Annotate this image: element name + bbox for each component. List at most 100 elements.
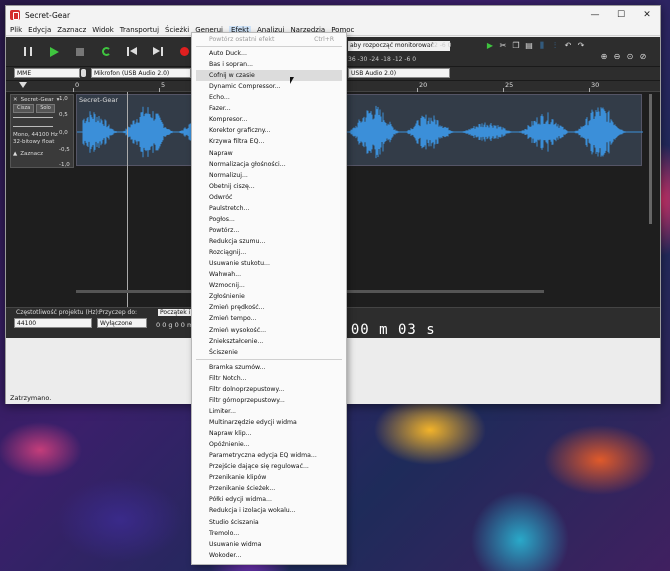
menu-transportuj[interactable]: Transportuj [120,26,159,34]
ruler-tick-label: 20 [416,81,428,92]
ruler-tick-label: 30 [588,81,600,92]
edit-cursor-line [127,92,128,307]
menu-item[interactable]: Wahwah... [209,269,241,280]
ruler-tick-label: 25 [502,81,514,92]
redo-icon[interactable]: ↷ [575,41,587,51]
zoom-in-icon[interactable]: ⊕ [598,52,610,62]
menu-item[interactable]: Rozciągnij... [209,247,246,258]
menu-item[interactable]: Paulstretch... [209,203,249,214]
menu-plik[interactable]: Plik [10,26,22,34]
zoom-out-icon[interactable]: ⊖ [611,52,623,62]
menu-item[interactable]: Tremolo... [209,528,239,539]
menu-item[interactable]: Zmień wysokość... [209,325,266,336]
selection-start-time[interactable]: 0 0 g 0 0 m [156,321,193,329]
menu-sciezki[interactable]: Ścieżki [165,26,189,34]
skip-end-button[interactable] [146,42,170,62]
time-display: g 00 m 03 s [332,322,436,338]
menu-item[interactable]: Fazer... [209,103,231,114]
menu-item[interactable]: Redukcja i izolacja wokalu... [209,505,296,516]
menu-item[interactable]: Limiter... [209,406,236,417]
pause-button[interactable] [16,42,40,62]
menu-item[interactable]: Przejście dające się regulować... [209,461,309,472]
pause-icon [24,47,32,56]
menu-widok[interactable]: Widok [92,26,114,34]
menu-separator [196,46,342,47]
menu-zaznacz[interactable]: Zaznacz [57,26,86,34]
vertical-scrollbar[interactable] [644,94,654,224]
track-close-icon[interactable]: ✕ [13,97,18,103]
meter-top-scale: -12 -6 0 [428,42,452,49]
paste-icon[interactable]: ▤ [523,41,535,51]
menu-item[interactable]: Zniekształcenie... [209,336,263,347]
undo-icon[interactable]: ↶ [562,41,574,51]
menu-item-repeat-last-effect: Powtórz ostatni efekt [209,36,275,43]
menu-item[interactable]: Bramka szumów... [209,362,265,373]
menu-item[interactable]: Normalizacja głośności... [209,159,286,170]
maximize-button[interactable]: ☐ [608,10,634,20]
solo-button[interactable]: Solo [36,104,55,113]
menu-item[interactable]: Multinarzędzie edycji widma [209,417,297,428]
minimize-button[interactable]: — [582,10,608,20]
menu-item[interactable]: Echo... [209,92,230,103]
menu-item[interactable]: Pogłos... [209,214,235,225]
menu-item[interactable]: Korektor graficzny... [209,125,270,136]
menu-item[interactable]: Filtr Notch... [209,373,247,384]
menu-item[interactable]: Dynamic Compressor... [209,81,281,92]
play-button[interactable] [42,42,66,62]
menu-item[interactable]: Przenikanie klipów [209,472,266,483]
menu-item[interactable]: Zmień tempo... [209,313,256,324]
menu-item[interactable]: Ściszenie [209,347,238,358]
project-rate-select[interactable]: 44100 [14,318,92,328]
edit-tools: ▶ ✂ ❐ ▤ ⫼ ⫶ ↶ ↷ [484,41,588,51]
menu-item[interactable]: Obetnij ciszę... [209,181,255,192]
skip-start-button[interactable] [120,42,144,62]
menu-edycja[interactable]: Edycja [28,26,51,34]
menu-item[interactable]: Wzmocnij... [209,280,245,291]
menu-item[interactable]: Usuwanie widma [209,539,261,550]
menu-item[interactable]: Krzywa filtra EQ... [209,136,264,147]
stop-button[interactable] [68,42,92,62]
zoom-selection-icon[interactable]: ⊙ [624,52,636,62]
menu-item[interactable]: Opóźnienie... [209,439,250,450]
menu-item[interactable]: Studio ściszania [209,517,259,528]
menu-item[interactable]: Normalizuj... [209,170,248,181]
mute-button[interactable]: Cisza [13,104,35,113]
menu-item[interactable]: Zgłośnienie [209,291,245,302]
recording-device-select[interactable]: Mikrofon (USB Audio 2.0) [91,68,191,78]
silence-icon[interactable]: ⫶ [549,41,561,51]
playback-device-select[interactable]: USB Audio 2.0) [348,68,450,78]
menu-item[interactable]: Wokoder... [209,550,241,561]
trim-icon[interactable]: ⫼ [536,41,548,51]
copy-icon[interactable]: ❐ [510,41,522,51]
menu-item[interactable]: Napraw klip... [209,428,252,439]
menu-item[interactable]: Parametryczna edycja EQ widma... [209,450,317,461]
menu-item[interactable]: Cofnij w czasie [196,70,342,82]
amplitude-tick-label: -0,5 [59,147,70,153]
title-bar: Secret-Gear — ☐ ✕ [6,6,660,24]
zoom-fit-icon[interactable]: ⊘ [637,52,649,62]
menu-item[interactable]: Zmień prędkość... [209,302,265,313]
menu-item[interactable]: Napraw [209,148,233,159]
snap-to-label: Przyczep do: [99,309,138,316]
menu-item[interactable]: Kompresor... [209,114,248,125]
close-button[interactable]: ✕ [634,10,660,20]
menu-item[interactable]: Filtr górnoprzepustowy... [209,395,285,406]
cut-icon[interactable]: ✂ [497,41,509,51]
audio-host-select[interactable]: MME [14,68,80,78]
menu-item[interactable]: Przenikanie ścieżek... [209,483,275,494]
menu-item[interactable]: Powtórz... [209,225,239,236]
loop-button[interactable] [94,42,118,62]
menu-item[interactable]: Bas i sopran... [209,59,253,70]
menu-item[interactable]: Auto Duck... [209,48,247,59]
menu-item[interactable]: Usuwanie stukotu... [209,258,270,269]
track-name[interactable]: Secret-Gear [21,97,54,103]
menu-item[interactable]: Odwróć [209,192,232,203]
menu-item[interactable]: Półki edycji widma... [209,494,272,505]
audio-clip[interactable]: Secret-Gear [76,94,643,166]
select-track-button[interactable]: Zaznacz [20,151,43,157]
menu-item[interactable]: Redukcja szumu... [209,236,265,247]
snap-to-select[interactable]: Wyłączone [97,318,147,328]
play-at-speed-icon[interactable]: ▶ [484,41,496,51]
collapse-icon[interactable]: ▲ [13,151,17,157]
menu-item[interactable]: Filtr dolnoprzepustowy... [209,384,284,395]
